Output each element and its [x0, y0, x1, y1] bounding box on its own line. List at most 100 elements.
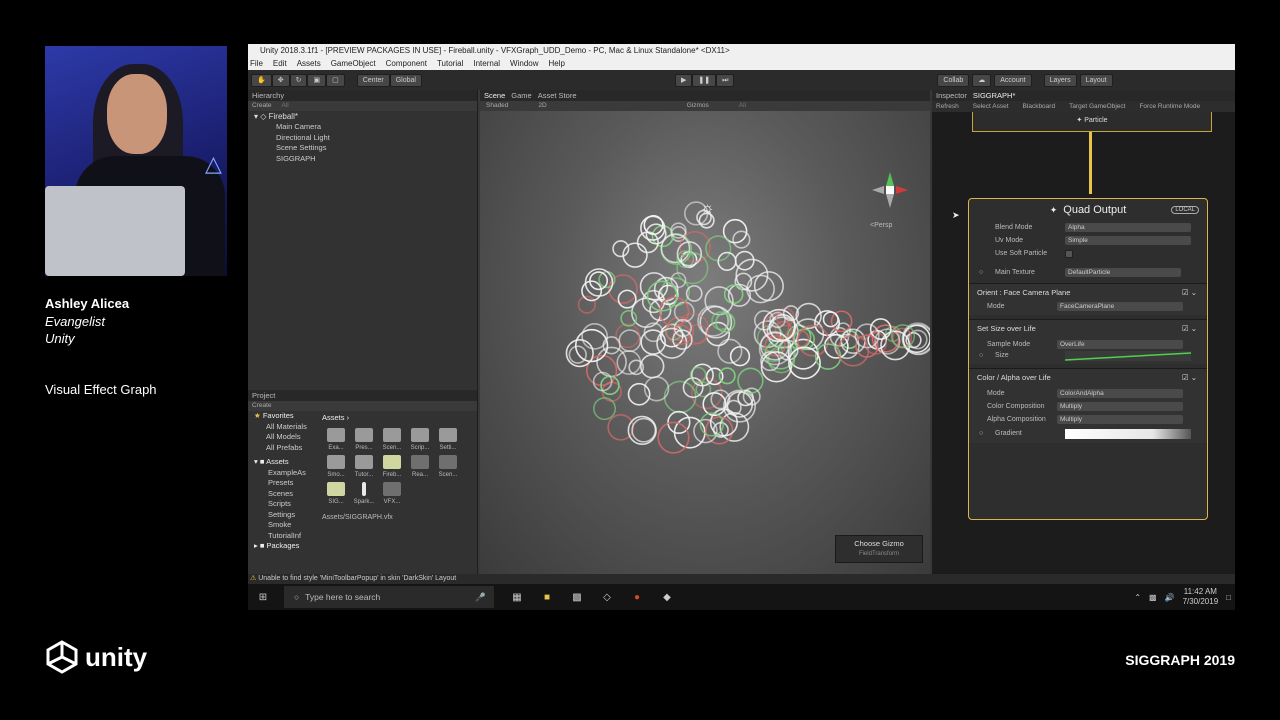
asset-folder-item[interactable]: TutorialInf [254, 531, 318, 542]
alpha-composition-dropdown[interactable]: Multiply [1057, 415, 1183, 424]
2d-toggle[interactable]: 2D [538, 101, 546, 111]
hierarchy-create-button[interactable]: Create [252, 101, 272, 111]
color-over-life-block[interactable]: Color / Alpha over Life ☑ ⌄ Mode ColorAndA… [969, 368, 1207, 443]
file-explorer-icon[interactable]: ■ [540, 590, 554, 604]
taskbar-search-input[interactable]: ○ Type here to search 🎤 [284, 586, 494, 608]
play-button[interactable]: ▶ [674, 73, 693, 87]
node-graph-canvas[interactable]: ✦ Particle ✦ Quad Output LOCAL Blend Mod… [932, 112, 1235, 574]
refresh-button[interactable]: Refresh [936, 101, 959, 112]
asset-folder-item[interactable]: Scenes [254, 489, 318, 500]
tab-project[interactable]: Project [252, 390, 275, 401]
asset-tile[interactable]: Spark... [351, 481, 377, 505]
asset-tile[interactable]: Smo... [323, 454, 349, 478]
orient-mode-dropdown[interactable]: FaceCameraPlane [1057, 302, 1183, 311]
menu-file[interactable]: File [250, 58, 263, 70]
hierarchy-item-directional-light[interactable]: Directional Light [248, 133, 477, 144]
asset-tile[interactable]: Pres... [351, 427, 377, 451]
block-enabled-checkbox[interactable]: ☑ ⌄ [1182, 320, 1197, 338]
select-asset-button[interactable]: Select Asset [973, 101, 1009, 112]
menu-internal[interactable]: Internal [473, 58, 500, 70]
menu-window[interactable]: Window [510, 58, 538, 70]
asset-tile[interactable]: Scrip... [407, 427, 433, 451]
tab-scene[interactable]: Scene [484, 90, 505, 101]
volume-icon[interactable]: 🔊 [1165, 593, 1175, 602]
asset-tile[interactable]: Scen... [379, 427, 405, 451]
layers-dropdown[interactable]: Layers [1043, 73, 1077, 87]
tab-inspector[interactable]: Inspector [936, 90, 967, 101]
asset-tile[interactable]: Setti... [435, 427, 461, 451]
project-breadcrumb[interactable]: Assets › [322, 411, 477, 426]
asset-tile[interactable]: Scen... [435, 454, 461, 478]
scale-tool-button[interactable]: ▣ [307, 73, 327, 87]
tab-hierarchy[interactable]: Hierarchy [252, 90, 284, 101]
menu-help[interactable]: Help [549, 58, 565, 70]
asset-tile[interactable]: Rea... [407, 454, 433, 478]
asset-folder-item[interactable]: ExampleAs [254, 468, 318, 479]
size-over-life-block[interactable]: Set Size over Life ☑ ⌄ Sample Mode OverLif… [969, 319, 1207, 364]
clock-time[interactable]: 11:42 AM [1183, 587, 1219, 597]
collab-button[interactable]: Collab [937, 73, 970, 87]
cloud-icon[interactable]: ☁ [972, 73, 992, 87]
blend-mode-dropdown[interactable]: Alpha [1065, 223, 1191, 232]
gradient-field[interactable] [1065, 428, 1191, 439]
size-curve-field[interactable] [1065, 350, 1191, 361]
step-button[interactable]: ⏭ [716, 73, 735, 87]
account-dropdown[interactable]: Account [994, 73, 1032, 87]
notifications-icon[interactable]: □ [1226, 593, 1231, 602]
menu-edit[interactable]: Edit [273, 58, 287, 70]
sample-mode-dropdown[interactable]: OverLife [1057, 340, 1183, 349]
tab-game[interactable]: Game [511, 90, 531, 101]
tab-asset-store[interactable]: Asset Store [538, 90, 577, 101]
hierarchy-search-input[interactable]: All [282, 101, 289, 111]
unity-editor-icon[interactable]: ◆ [660, 590, 674, 604]
tab-siggraph-vfx[interactable]: SIGGRAPH* [973, 90, 1016, 101]
project-create-button[interactable]: Create [252, 402, 272, 409]
scene-search-input[interactable]: All [739, 101, 746, 111]
hierarchy-item-scene-settings[interactable]: Scene Settings [248, 143, 477, 154]
asset-folder-item[interactable]: Settings [254, 510, 318, 521]
app-icon[interactable]: ▩ [570, 590, 584, 604]
target-gameobject-button[interactable]: Target GameObject [1069, 101, 1125, 112]
menu-gameobject[interactable]: GameObject [331, 58, 376, 70]
favorite-item[interactable]: All Materials [254, 422, 318, 433]
hierarchy-item-siggraph[interactable]: SIGGRAPH [248, 154, 477, 165]
force-runtime-mode-button[interactable]: Force Runtime Mode [1139, 101, 1200, 112]
asset-tile[interactable]: VFX... [379, 481, 405, 505]
favorite-item[interactable]: All Models [254, 432, 318, 443]
asset-folder-item[interactable]: Smoke [254, 520, 318, 531]
asset-tile[interactable]: Exa... [323, 427, 349, 451]
network-icon[interactable]: ▩ [1149, 593, 1157, 602]
favorite-item[interactable]: All Prefabs [254, 443, 318, 454]
menu-assets[interactable]: Assets [297, 58, 321, 70]
gizmo-value[interactable]: FieldTransform [836, 551, 922, 557]
choose-gizmo-panel[interactable]: Choose Gizmo FieldTransform [835, 535, 923, 563]
asset-tile[interactable]: Tutor... [351, 454, 377, 478]
unity-hub-icon[interactable]: ◇ [600, 590, 614, 604]
pause-button[interactable]: ❚❚ [692, 73, 717, 87]
soft-particle-checkbox[interactable] [1065, 249, 1073, 258]
menu-tutorial[interactable]: Tutorial [437, 58, 463, 70]
orient-block[interactable]: Orient : Face Camera Plane ☑ ⌄ Mode FaceCa… [969, 283, 1207, 315]
microphone-icon[interactable]: 🎤 [475, 592, 486, 603]
favorites-header[interactable]: ★ Favorites [254, 411, 318, 422]
color-composition-dropdown[interactable]: Multiply [1057, 402, 1183, 411]
asset-folder-item[interactable]: Presets [254, 478, 318, 489]
particle-node[interactable]: ✦ Particle [972, 112, 1212, 132]
pivot-center-button[interactable]: Center [356, 73, 390, 87]
shading-mode-dropdown[interactable]: Shaded [486, 101, 508, 111]
chevron-up-icon[interactable]: ⌃ [1134, 593, 1141, 602]
rotate-tool-button[interactable]: ↻ [289, 73, 308, 87]
layout-dropdown[interactable]: Layout [1079, 73, 1113, 87]
menu-component[interactable]: Component [386, 58, 427, 70]
scene-view[interactable]: Scene Game Asset Store Shaded 2D Gizmos … [480, 90, 930, 574]
windows-start-icon[interactable]: ⊞ [256, 590, 270, 604]
hand-tool-button[interactable]: ✋ [251, 73, 272, 87]
asset-folder-item[interactable]: Scripts [254, 499, 318, 510]
blackboard-button[interactable]: Blackboard [1023, 101, 1056, 112]
block-enabled-checkbox[interactable]: ☑ ⌄ [1182, 284, 1197, 302]
scene-root[interactable]: ▾ ◇ Fireball* [248, 111, 477, 122]
powerpoint-icon[interactable]: ● [630, 590, 644, 604]
asset-tile[interactable]: SIG... [323, 481, 349, 505]
scene-orientation-gizmo[interactable]: <Persp [870, 170, 910, 229]
gizmos-dropdown[interactable]: Gizmos [687, 101, 709, 111]
